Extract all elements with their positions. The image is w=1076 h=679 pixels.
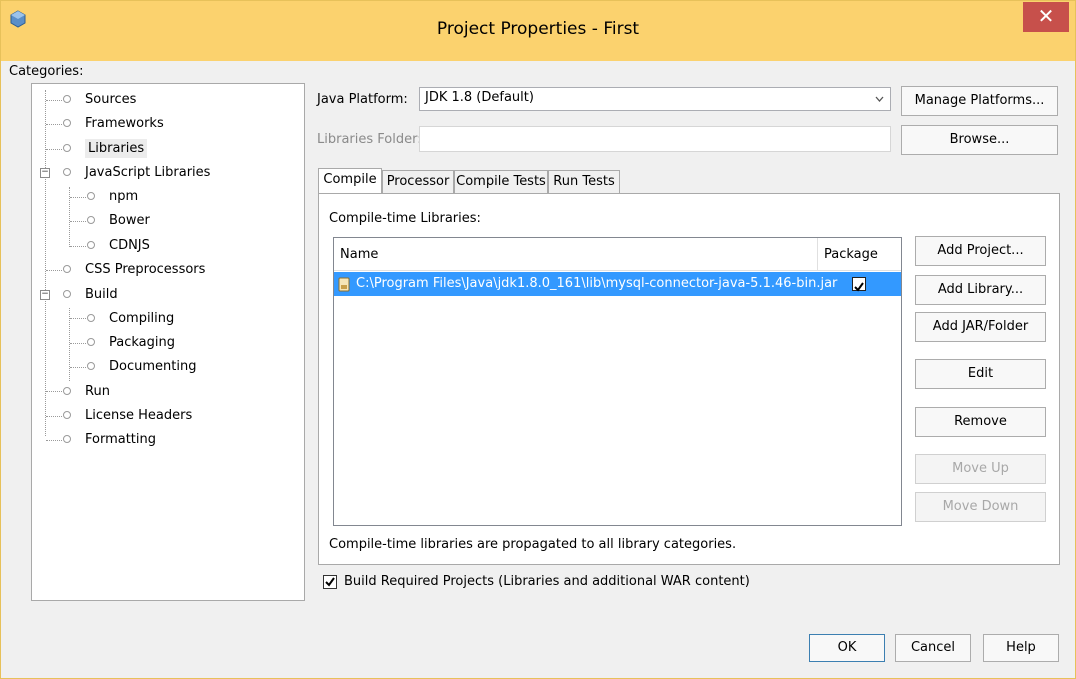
ok-button[interactable]: OK xyxy=(809,634,885,662)
close-button[interactable]: ✕ xyxy=(1023,2,1069,32)
category-compiling[interactable]: Compiling xyxy=(87,309,174,329)
category-formatting[interactable]: Formatting xyxy=(63,430,156,450)
package-checkbox[interactable] xyxy=(852,277,866,292)
collapse-toggle-build[interactable]: − xyxy=(40,290,50,300)
category-libraries[interactable]: Libraries xyxy=(63,139,148,159)
add-jar-folder-button[interactable]: Add JAR/Folder xyxy=(915,312,1046,342)
dialog-body: Categories: − − Sources Frameworks Libra… xyxy=(9,61,1067,670)
tree-connector xyxy=(70,367,86,368)
java-platform-select[interactable]: JDK 1.8 (Default) xyxy=(419,87,891,111)
browse-button[interactable]: Browse... xyxy=(901,125,1058,155)
edit-button[interactable]: Edit xyxy=(915,359,1046,389)
category-run[interactable]: Run xyxy=(63,382,110,402)
build-required-checkbox[interactable] xyxy=(323,575,337,589)
window-title: Project Properties - First xyxy=(436,19,640,39)
remove-button[interactable]: Remove xyxy=(915,407,1046,437)
tab-processor[interactable]: Processor xyxy=(382,170,454,193)
node-icon xyxy=(87,338,95,346)
node-icon xyxy=(63,265,71,273)
compile-note: Compile-time libraries are propagated to… xyxy=(329,537,737,552)
project-properties-window: Project Properties - First ✕ Categories:… xyxy=(0,0,1076,679)
java-platform-label: Java Platform: xyxy=(317,92,408,107)
category-packaging[interactable]: Packaging xyxy=(87,333,175,353)
tree-connector xyxy=(69,187,70,247)
help-button[interactable]: Help xyxy=(983,634,1059,662)
table-row[interactable]: C:\Program Files\Java\jdk1.8.0_161\lib\m… xyxy=(334,272,901,296)
node-icon xyxy=(63,290,71,298)
node-icon xyxy=(87,216,95,224)
chevron-down-icon xyxy=(875,96,884,102)
node-icon xyxy=(87,362,95,370)
node-icon xyxy=(63,387,71,395)
column-header-name[interactable]: Name xyxy=(334,238,818,271)
tree-connector xyxy=(46,391,62,392)
tree-connector xyxy=(46,100,62,101)
compile-tab-panel: Compile-time Libraries: Name Package C:\… xyxy=(318,193,1060,565)
library-path: C:\Program Files\Java\jdk1.8.0_161\lib\m… xyxy=(356,276,838,291)
category-build[interactable]: Build xyxy=(63,285,118,305)
node-icon xyxy=(63,411,71,419)
compile-time-libraries-label: Compile-time Libraries: xyxy=(329,211,481,226)
manage-platforms-button[interactable]: Manage Platforms... xyxy=(901,86,1058,116)
category-documenting[interactable]: Documenting xyxy=(87,357,196,377)
jar-file-icon xyxy=(338,277,350,292)
node-icon xyxy=(63,435,71,443)
column-header-package[interactable]: Package xyxy=(818,238,901,271)
node-icon xyxy=(87,314,95,322)
tree-connector xyxy=(70,246,86,247)
tab-compile[interactable]: Compile xyxy=(318,168,382,193)
node-icon xyxy=(87,192,95,200)
category-bower[interactable]: Bower xyxy=(87,211,150,231)
tree-connector xyxy=(70,221,86,222)
categories-tree[interactable]: − − Sources Frameworks Libraries JavaScr… xyxy=(31,83,305,601)
libraries-folder-field[interactable] xyxy=(419,126,891,152)
node-icon xyxy=(87,241,95,249)
node-icon xyxy=(63,119,71,127)
tree-connector xyxy=(46,416,62,417)
title-bar[interactable]: Project Properties - First ✕ xyxy=(1,1,1075,61)
java-platform-value: JDK 1.8 (Default) xyxy=(425,90,534,105)
categories-label: Categories: xyxy=(9,64,84,79)
category-frameworks[interactable]: Frameworks xyxy=(63,114,164,134)
node-icon xyxy=(63,95,71,103)
tree-connector xyxy=(70,318,86,319)
add-library-button[interactable]: Add Library... xyxy=(915,275,1046,305)
cancel-button[interactable]: Cancel xyxy=(895,634,971,662)
node-icon xyxy=(63,168,71,176)
move-up-button[interactable]: Move Up xyxy=(915,454,1046,484)
category-css-preprocessors[interactable]: CSS Preprocessors xyxy=(63,260,205,280)
tree-connector xyxy=(46,440,62,441)
checkmark-icon xyxy=(325,577,335,587)
category-license-headers[interactable]: License Headers xyxy=(63,406,192,426)
close-icon: ✕ xyxy=(1037,4,1055,28)
tree-connector xyxy=(45,90,46,436)
category-cdnjs[interactable]: CDNJS xyxy=(87,236,150,256)
category-javascript-libraries[interactable]: JavaScript Libraries xyxy=(63,163,210,183)
node-icon xyxy=(63,144,71,152)
libraries-table[interactable]: Name Package C:\Program Files\Java\jdk1.… xyxy=(333,237,902,526)
tree-connector xyxy=(70,343,86,344)
collapse-toggle-javascript-libraries[interactable]: − xyxy=(40,168,50,178)
libraries-folder-label: Libraries Folder: xyxy=(317,132,422,147)
move-down-button[interactable]: Move Down xyxy=(915,492,1046,522)
tree-connector xyxy=(70,197,86,198)
add-project-button[interactable]: Add Project... xyxy=(915,236,1046,266)
tab-compile-tests[interactable]: Compile Tests xyxy=(454,170,548,193)
checkmark-icon xyxy=(854,282,864,292)
tree-connector xyxy=(46,149,62,150)
category-npm[interactable]: npm xyxy=(87,187,138,207)
category-sources[interactable]: Sources xyxy=(63,90,136,110)
tree-connector xyxy=(46,124,62,125)
tree-connector xyxy=(46,270,62,271)
tab-run-tests[interactable]: Run Tests xyxy=(548,170,620,193)
build-required-label[interactable]: Build Required Projects (Libraries and a… xyxy=(344,574,750,589)
